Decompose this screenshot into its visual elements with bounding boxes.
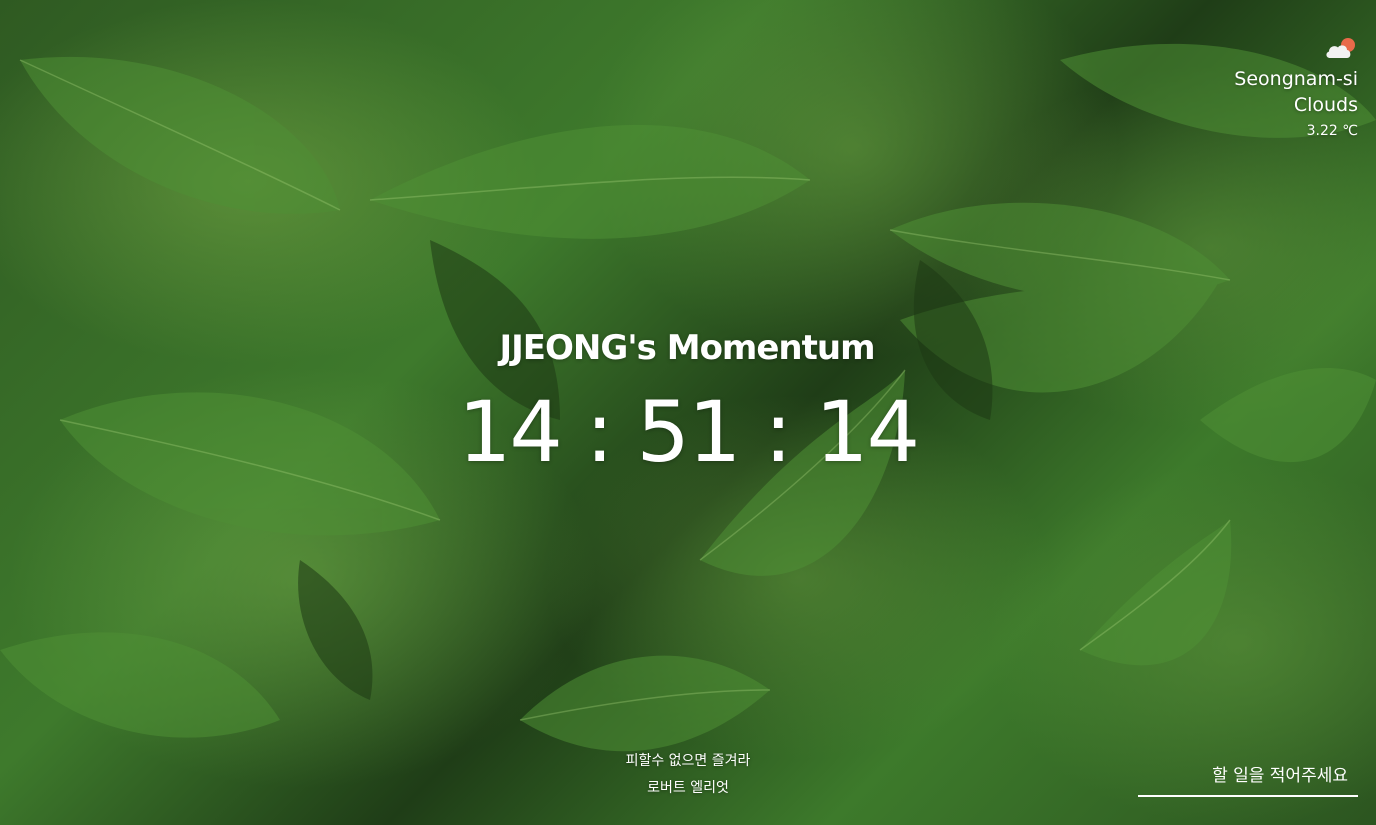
momentum-screen: Seongnam-si Clouds 3.22 ℃ JJEONG's Momen… xyxy=(0,0,1376,825)
todo-form xyxy=(1138,762,1358,797)
weather-description: Clouds xyxy=(1293,94,1358,116)
weather-city: Seongnam-si xyxy=(1234,68,1358,90)
weather-temperature: 3.22 ℃ xyxy=(1306,123,1358,139)
greeting-area: JJEONG's Momentum 14 : 51 : 14 xyxy=(0,320,1376,482)
weather-widget: Seongnam-si Clouds 3.22 ℃ xyxy=(1234,36,1358,144)
clock: 14 : 51 : 14 xyxy=(457,383,920,481)
weather-icon-wrap xyxy=(1234,36,1358,66)
page-title: JJEONG's Momentum xyxy=(499,328,875,368)
cloud-sun-icon xyxy=(1326,38,1355,58)
todo-input[interactable] xyxy=(1138,762,1358,797)
